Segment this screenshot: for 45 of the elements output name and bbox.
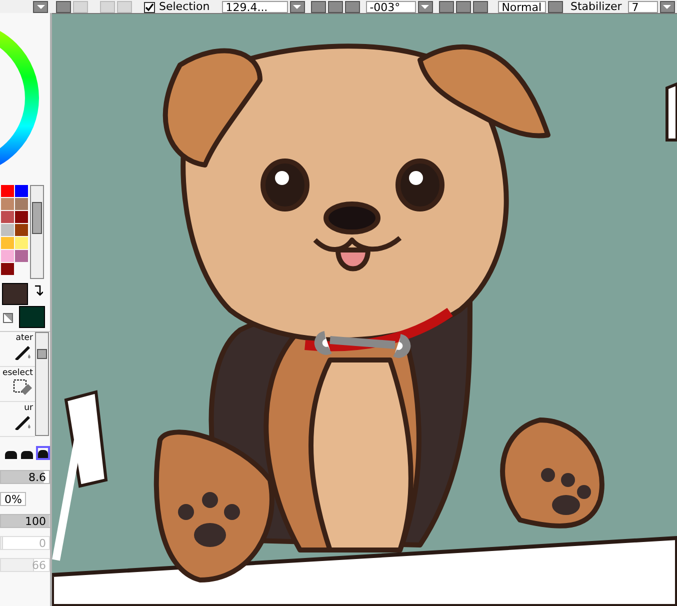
dropdown-button[interactable] — [660, 1, 675, 13]
color-swatch[interactable] — [1, 250, 14, 262]
color-swatch[interactable] — [1, 263, 14, 275]
dropdown-button[interactable] — [290, 1, 305, 13]
brush-icon — [13, 414, 33, 430]
color-swatch[interactable] — [1, 198, 14, 210]
selection-label: Selection — [159, 1, 210, 13]
reset-colors-icon[interactable] — [3, 313, 13, 323]
color-swatch[interactable] — [15, 198, 28, 210]
color-swatch[interactable] — [15, 237, 28, 249]
tool-label: ater — [16, 332, 33, 344]
slider-value: 66 — [32, 559, 47, 572]
value-field[interactable]: 0% — [0, 492, 26, 506]
primary-color[interactable] — [2, 283, 28, 305]
secondary-color[interactable] — [19, 306, 45, 328]
slider-value: 0% — [4, 493, 23, 506]
slider-value: 0 — [39, 537, 47, 550]
zoom-field[interactable]: 129.4... — [222, 1, 288, 13]
dropdown-button[interactable] — [418, 1, 433, 13]
color-swatch[interactable] — [1, 224, 14, 236]
color-swatch[interactable] — [15, 250, 28, 262]
color-swatch[interactable] — [15, 185, 28, 197]
slider[interactable]: 100 — [0, 514, 50, 528]
swap-arrow-icon[interactable] — [34, 284, 43, 296]
scrollbar[interactable] — [35, 332, 49, 436]
selection-checkbox[interactable] — [144, 2, 155, 13]
slider[interactable]: 8.6 — [0, 470, 50, 484]
color-swatch[interactable] — [1, 211, 14, 223]
stabilizer-field[interactable]: 7 — [628, 1, 658, 13]
blend-mode-field[interactable]: Normal — [498, 1, 546, 13]
color-swatch[interactable] — [1, 185, 14, 197]
dropdown-button[interactable] — [33, 1, 48, 13]
color-swatch[interactable] — [1, 237, 14, 249]
scrollbar[interactable] — [30, 185, 44, 279]
color-swatch[interactable] — [15, 224, 28, 236]
stabilizer-label: Stabilizer — [570, 1, 622, 13]
color-swatch[interactable] — [15, 211, 28, 223]
tool-label: ur — [24, 402, 33, 414]
slider-value: 8.6 — [28, 471, 47, 484]
eraser-icon — [13, 379, 33, 395]
brush-icon — [13, 344, 33, 360]
caret-icon — [36, 5, 44, 9]
slider-value: 100 — [25, 515, 47, 528]
tool-label: eselect — [2, 367, 33, 379]
angle-field[interactable]: -003° — [366, 1, 416, 13]
